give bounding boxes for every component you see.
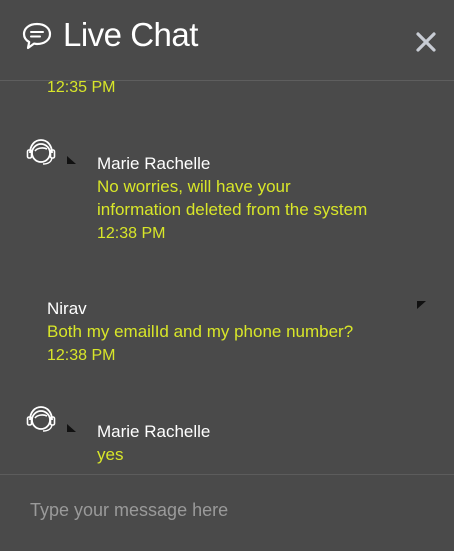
message-pointer <box>417 301 426 309</box>
agent-headset-icon <box>26 139 56 165</box>
message-timestamp: 12:38 PM <box>97 225 166 242</box>
message-timestamp: 12:35 PM <box>47 81 116 96</box>
page-title: Live Chat <box>63 16 198 53</box>
message-sender: Marie Rachelle <box>97 422 211 441</box>
chat-bubble-icon <box>22 22 52 50</box>
message-text-line: Both my emailId and my phone number? <box>47 322 354 341</box>
message-sender: Nirav <box>47 299 87 318</box>
message-timestamp: 12:38 PM <box>47 347 116 364</box>
message-text-line: yes <box>97 445 124 464</box>
message-text-line: No worries, will have your <box>97 177 291 196</box>
message-pointer <box>67 156 76 164</box>
agent-headset-icon <box>26 406 56 432</box>
message-composer <box>0 474 454 551</box>
message-input[interactable] <box>28 495 432 525</box>
message-text-line: information deleted from the system <box>97 200 368 219</box>
message-list[interactable]: 12:35 PM Marie Rachelle No worries, will… <box>0 81 454 474</box>
message-sender: Marie Rachelle <box>97 154 211 173</box>
message-pointer <box>67 424 76 432</box>
chat-header: Live Chat <box>0 0 454 81</box>
close-icon[interactable] <box>416 32 436 52</box>
